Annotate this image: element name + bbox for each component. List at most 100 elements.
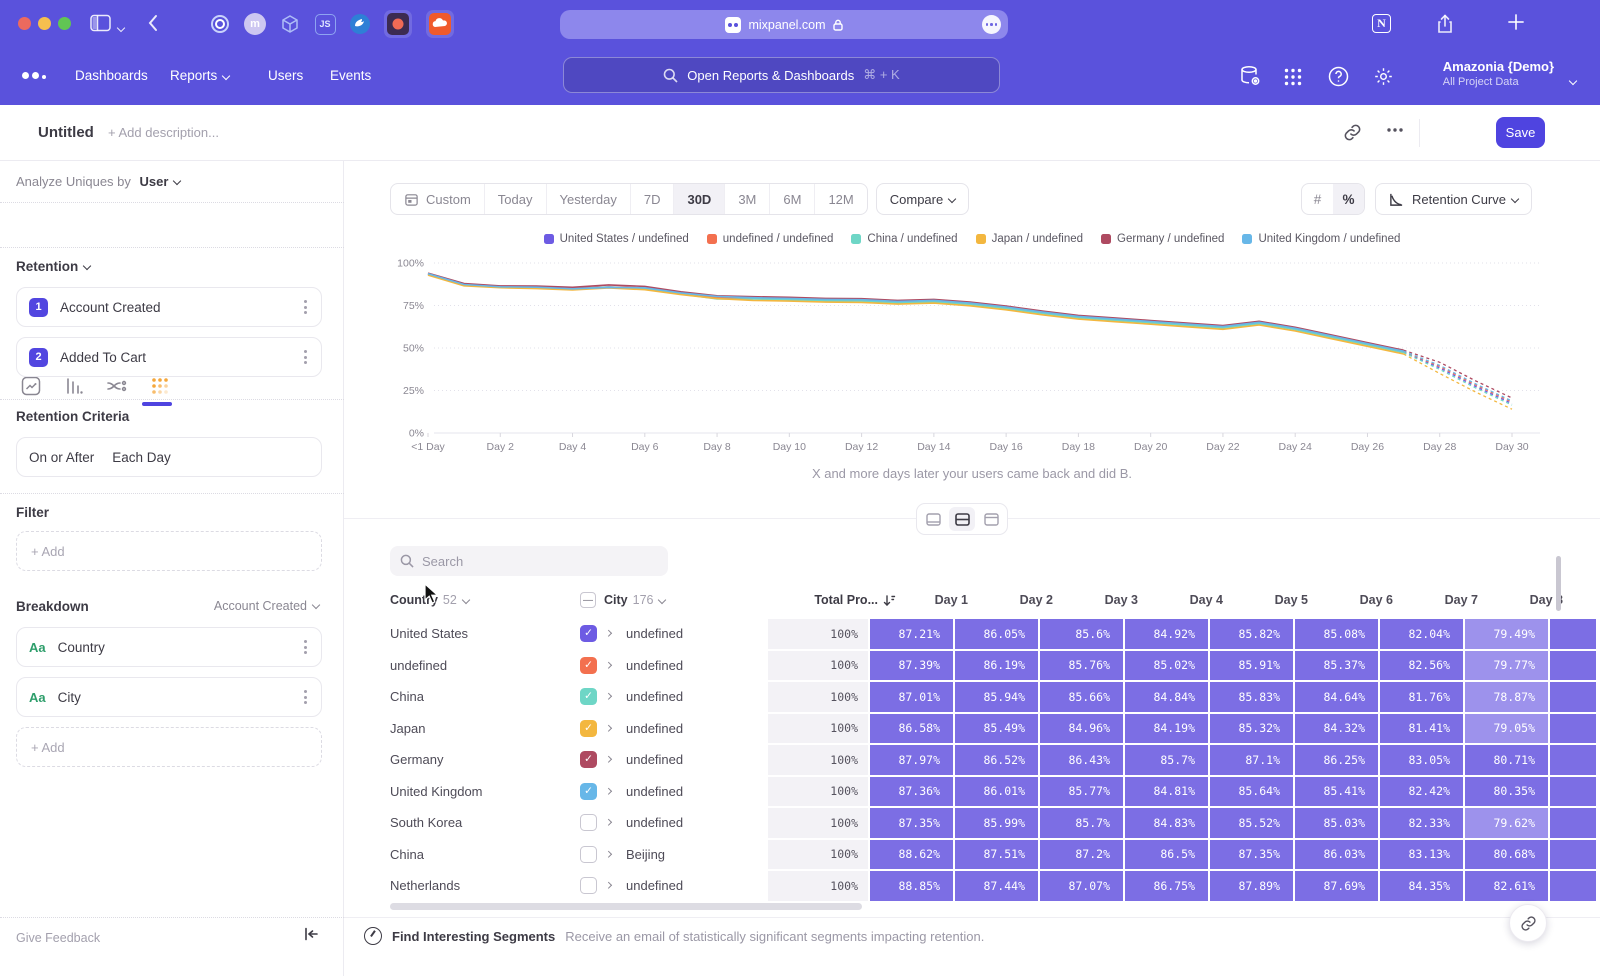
expand-row-chevron[interactable] — [606, 719, 626, 737]
select-all-checkbox[interactable]: — — [580, 592, 596, 608]
column-header-day[interactable]: Day 5 — [1238, 593, 1321, 607]
legend-item[interactable]: United Kingdom / undefined — [1242, 233, 1400, 245]
breakdown-scope-dropdown[interactable]: Account Created — [214, 599, 319, 613]
range-option-custom[interactable]: Custom — [391, 184, 484, 214]
nav-item-dashboards[interactable]: Dashboards — [75, 68, 148, 83]
column-header-city[interactable]: City176 — [604, 593, 792, 607]
legend-item[interactable]: Japan / undefined — [976, 233, 1083, 245]
view-table-only-icon[interactable] — [978, 507, 1004, 531]
view-chart-and-table-icon[interactable] — [949, 507, 975, 531]
extension-js-icon[interactable]: JS — [311, 10, 339, 38]
copy-link-icon[interactable] — [1343, 123, 1362, 142]
percent-toggle-option[interactable]: % — [1333, 184, 1364, 214]
horizontal-scrollbar[interactable] — [390, 903, 862, 910]
column-header-day[interactable]: Day 6 — [1323, 593, 1406, 607]
row-checkbox[interactable]: ✓ — [580, 783, 597, 800]
data-management-icon[interactable] — [1238, 64, 1262, 88]
row-checkbox[interactable] — [580, 877, 597, 894]
share-icon[interactable] — [1436, 14, 1454, 34]
legend-item[interactable]: Germany / undefined — [1101, 233, 1224, 245]
collapse-sidebar-icon[interactable] — [304, 927, 319, 941]
compare-button[interactable]: Compare — [876, 183, 969, 215]
sidebar-toggle-icon[interactable] — [90, 14, 111, 32]
mixpanel-logo[interactable] — [22, 72, 46, 79]
give-feedback-link[interactable]: Give Feedback — [16, 931, 100, 945]
expand-row-chevron[interactable] — [606, 845, 626, 863]
retention-criteria-selector[interactable]: On or After Each Day — [16, 437, 322, 477]
chart-type-dropdown[interactable]: Retention Curve — [1375, 183, 1532, 215]
criteria-interval[interactable]: Each Day — [112, 450, 171, 465]
project-chevron-icon[interactable] — [1570, 73, 1576, 91]
analyze-uniques-row[interactable]: Analyze Uniques by User — [16, 174, 180, 189]
find-segments-bar[interactable]: Find Interesting Segments Receive an ema… — [364, 927, 984, 945]
expand-row-chevron[interactable] — [606, 751, 626, 769]
row-checkbox[interactable] — [580, 846, 597, 863]
add-breakdown-button[interactable]: + Add — [16, 727, 322, 767]
legend-item[interactable]: United States / undefined — [544, 233, 689, 245]
range-option-7d[interactable]: 7D — [630, 184, 674, 214]
kebab-menu-icon[interactable] — [302, 348, 309, 366]
range-option-6m[interactable]: 6M — [769, 184, 814, 214]
retention-step-1[interactable]: 1 Account Created — [16, 287, 322, 327]
more-options-icon[interactable] — [1386, 127, 1404, 133]
expand-row-chevron[interactable] — [606, 625, 626, 643]
notion-extension-icon[interactable]: N — [1372, 14, 1391, 33]
project-selector[interactable]: Amazonia {Demo} All Project Data — [1443, 59, 1554, 88]
global-search-bar[interactable]: Open Reports & Dashboards ⌘ + K — [563, 57, 1000, 93]
row-checkbox[interactable] — [580, 814, 597, 831]
table-search-input[interactable]: Search — [390, 546, 668, 576]
legend-item[interactable]: undefined / undefined — [707, 233, 834, 245]
nav-item-reports[interactable]: Reports — [170, 68, 229, 83]
report-description-placeholder[interactable]: + Add description... — [108, 125, 219, 140]
column-header-total[interactable]: Total Pro... — [792, 593, 896, 607]
expand-row-chevron[interactable] — [606, 656, 626, 674]
new-tab-plus-icon[interactable] — [1506, 12, 1526, 32]
tab-overview-chevron-icon[interactable] — [118, 20, 124, 38]
column-header-day[interactable]: Day 8 — [1493, 593, 1576, 607]
address-more-icon[interactable] — [982, 15, 1001, 34]
count-toggle-option[interactable]: # — [1302, 184, 1333, 214]
row-checkbox[interactable]: ✓ — [580, 688, 597, 705]
criteria-mode[interactable]: On or After — [29, 450, 94, 465]
column-header-country[interactable]: Country52 — [390, 593, 580, 607]
retention-section-header[interactable]: Retention — [16, 259, 90, 274]
extension-target-icon[interactable] — [206, 10, 234, 38]
row-checkbox[interactable]: ✓ — [580, 625, 597, 642]
apps-grid-icon[interactable] — [1283, 67, 1303, 87]
extension-m-icon[interactable]: m — [241, 10, 269, 38]
find-segments-title[interactable]: Find Interesting Segments — [392, 929, 555, 944]
retention-step-2[interactable]: 2 Added To Cart — [16, 337, 322, 377]
range-option-yesterday[interactable]: Yesterday — [546, 184, 630, 214]
expand-row-chevron[interactable] — [606, 814, 626, 832]
window-minimize-button[interactable] — [38, 17, 51, 30]
range-option-today[interactable]: Today — [484, 184, 546, 214]
column-header-day[interactable]: Day 4 — [1153, 593, 1236, 607]
expand-row-chevron[interactable] — [606, 877, 626, 895]
legend-item[interactable]: China / undefined — [851, 233, 957, 245]
row-checkbox[interactable]: ✓ — [580, 720, 597, 737]
column-header-day[interactable]: Day 1 — [898, 593, 981, 607]
range-option-12m[interactable]: 12M — [814, 184, 866, 214]
analyze-value-dropdown[interactable]: User — [140, 174, 169, 189]
range-option-3m[interactable]: 3M — [724, 184, 769, 214]
nav-item-users[interactable]: Users — [268, 68, 303, 83]
view-chart-only-icon[interactable] — [920, 507, 946, 531]
extension-mixpanel-icon[interactable] — [384, 10, 412, 38]
vertical-scrollbar[interactable] — [1556, 556, 1561, 611]
column-header-day[interactable]: Day 3 — [1068, 593, 1151, 607]
kebab-menu-icon[interactable] — [302, 638, 309, 656]
settings-gear-icon[interactable] — [1373, 66, 1394, 87]
kebab-menu-icon[interactable] — [302, 688, 309, 706]
extension-cube-icon[interactable] — [276, 10, 304, 38]
kebab-menu-icon[interactable] — [302, 298, 309, 316]
breakdown-country[interactable]: Aa Country — [16, 627, 322, 667]
window-close-button[interactable] — [18, 17, 31, 30]
extension-cloud-icon[interactable] — [426, 10, 454, 38]
range-option-30d[interactable]: 30D — [673, 184, 724, 214]
add-filter-button[interactable]: + Add — [16, 531, 322, 571]
expand-row-chevron[interactable] — [606, 782, 626, 800]
window-zoom-button[interactable] — [58, 17, 71, 30]
row-checkbox[interactable]: ✓ — [580, 751, 597, 768]
expand-row-chevron[interactable] — [606, 688, 626, 706]
nav-item-events[interactable]: Events — [330, 68, 371, 83]
